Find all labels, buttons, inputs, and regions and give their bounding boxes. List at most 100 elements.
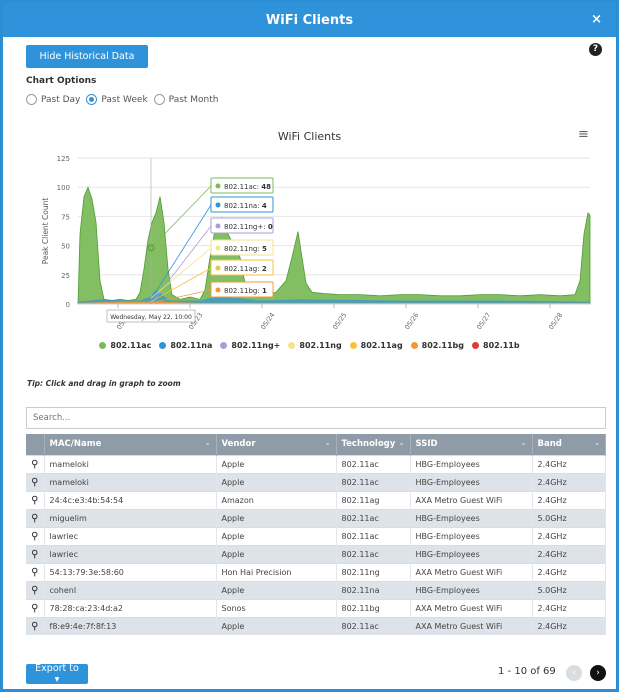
legend-item[interactable]: 802.11ng+ — [220, 341, 280, 350]
cell-technology: 802.11ac — [336, 526, 411, 545]
magnifier-icon[interactable]: ⚲ — [26, 598, 45, 617]
search-input[interactable] — [26, 407, 606, 429]
header-technology[interactable]: Technology ⌄ — [336, 434, 411, 455]
export-button[interactable]: Export to ▾ — [26, 663, 88, 685]
legend-item[interactable]: 802.11b — [472, 341, 520, 350]
magnifier-icon[interactable]: ⚲ — [26, 490, 45, 509]
header-band-label: Band — [537, 439, 562, 450]
cell-technology: 802.11na — [336, 580, 411, 599]
cell-ssid: HBG-Employees — [410, 544, 533, 563]
legend-item[interactable]: 802.11ag — [349, 341, 403, 350]
magnifier-icon[interactable]: ⚲ — [26, 616, 45, 635]
header-mac-name-label: MAC/Name — [49, 439, 102, 450]
legend-label: 802.11b — [483, 341, 520, 350]
cell-ssid: HBG-Employees — [410, 580, 533, 599]
cell-mac-name: lawriec — [44, 526, 217, 545]
table-row[interactable]: ⚲ lawriec Apple 802.11ac HBG-Employees 2.4GHz — [26, 526, 606, 545]
legend-label: 802.11ng — [299, 341, 342, 350]
legend-dot — [220, 342, 228, 349]
legend-item[interactable]: 802.11bg — [410, 341, 464, 350]
tooltip-dot — [215, 223, 221, 229]
sort-icon: ⌄ — [398, 439, 405, 448]
legend-dot — [288, 342, 296, 349]
zoom-tip: Tip: Click and drag in graph to zoom — [27, 379, 181, 388]
clients-table: MAC/Name ⌄ Vendor ⌄ Technology ⌄ SSID ⌄ Band… — [26, 434, 606, 635]
cell-technology: 802.11ac — [336, 544, 411, 563]
magnifier-icon[interactable]: ⚲ — [26, 580, 45, 599]
cell-vendor: Apple — [216, 526, 337, 545]
tooltip-dot — [215, 245, 221, 251]
tooltip-text: 802.11ag: 2 — [224, 265, 267, 273]
chart-legend: 802.11ac 802.11na 802.11ng+ 802.11ng 802.11a… — [0, 341, 619, 350]
table-row[interactable]: ⚲ f8:e9:4e:7f:8f:13 Apple 802.11ac AXA Metro… — [26, 616, 606, 635]
tooltip-text: 802.11ng+: 0 — [224, 223, 273, 231]
legend-item[interactable]: 802.11ng — [288, 341, 342, 350]
cell-mac-name: 78:28:ca:23:4d:a2 — [44, 598, 217, 617]
tooltip-text: 802.11na: 4 — [224, 202, 267, 210]
wifi-clients-chart[interactable]: 0255075100125Peak Client Count05/2205/23… — [0, 0, 619, 340]
table-row[interactable]: ⚲ cohenl Apple 802.11na HBG-Employees 5.0GHz — [26, 580, 606, 599]
x-tick-label: 05/27 — [475, 311, 492, 331]
cell-band: 5.0GHz — [532, 580, 606, 599]
cell-ssid: AXA Metro Guest WiFi — [410, 490, 533, 509]
next-page-icon[interactable]: › — [590, 665, 606, 681]
hover-point — [147, 244, 155, 252]
tooltip-dot — [215, 202, 221, 208]
table-row[interactable]: ⚲ lawriec Apple 802.11ac HBG-Employees 2.4GHz — [26, 544, 606, 563]
legend-dot — [159, 342, 167, 349]
x-tick-label: 05/25 — [331, 311, 348, 331]
table-row[interactable]: ⚲ 24:4c:e3:4b:54:54 Amazon 802.11ag AXA Metr… — [26, 490, 606, 509]
legend-item[interactable]: 802.11ac — [99, 341, 151, 350]
table-row[interactable]: ⚲ mameloki Apple 802.11ac HBG-Employees 2.4GH… — [26, 472, 606, 491]
cell-ssid: AXA Metro Guest WiFi — [410, 562, 533, 581]
cell-mac-name: 54:13:79:3e:58:60 — [44, 562, 217, 581]
cell-band: 2.4GHz — [532, 598, 606, 617]
cell-vendor: Hon Hai Precision — [216, 562, 337, 581]
y-tick-label: 25 — [61, 272, 70, 280]
cell-band: 2.4GHz — [532, 472, 606, 491]
legend-item[interactable]: 802.11na — [159, 341, 212, 350]
cell-technology: 802.11ac — [336, 508, 411, 527]
tooltip-text: 802.11ng: 5 — [224, 245, 267, 253]
y-axis-label: Peak Client Count — [41, 198, 50, 265]
cell-band: 2.4GHz — [532, 544, 606, 563]
cell-mac-name: 24:4c:e3:4b:54:54 — [44, 490, 217, 509]
cell-ssid: HBG-Employees — [410, 454, 533, 473]
cell-vendor: Apple — [216, 580, 337, 599]
y-tick-label: 125 — [57, 155, 70, 163]
magnifier-icon[interactable]: ⚲ — [26, 544, 45, 563]
legend-label: 802.11ag — [360, 341, 403, 350]
magnifier-icon[interactable]: ⚲ — [26, 472, 45, 491]
header-mac-name[interactable]: MAC/Name ⌄ — [44, 434, 217, 455]
table-row[interactable]: ⚲ miguelim Apple 802.11ac HBG-Employees 5.0GH… — [26, 508, 606, 527]
cell-technology: 802.11ac — [336, 616, 411, 635]
cell-vendor: Sonos — [216, 598, 337, 617]
table-row[interactable]: ⚲ 78:28:ca:23:4d:a2 Sonos 802.11bg AXA Metro… — [26, 598, 606, 617]
header-band[interactable]: Band ⌄ — [532, 434, 606, 455]
legend-dot — [472, 342, 479, 349]
legend-label: 802.11ac — [110, 341, 152, 350]
cell-mac-name: f8:e9:4e:7f:8f:13 — [44, 616, 217, 635]
header-ssid[interactable]: SSID ⌄ — [410, 434, 533, 455]
table-row[interactable]: ⚲ mameloki Apple 802.11ac HBG-Employees 2.4GH… — [26, 454, 606, 473]
cell-mac-name: lawriec — [44, 544, 217, 563]
magnifier-icon[interactable]: ⚲ — [26, 508, 45, 527]
cell-ssid: AXA Metro Guest WiFi — [410, 598, 533, 617]
table-row[interactable]: ⚲ 54:13:79:3e:58:60 Hon Hai Precision 802.1… — [26, 562, 606, 581]
header-vendor-label: Vendor — [221, 439, 256, 450]
magnifier-icon[interactable]: ⚲ — [26, 526, 45, 545]
legend-dot — [349, 342, 357, 349]
cell-ssid: HBG-Employees — [410, 508, 533, 527]
magnifier-icon[interactable]: ⚲ — [26, 454, 45, 473]
header-vendor[interactable]: Vendor ⌄ — [216, 434, 337, 455]
tooltip-date: Wednesday, May 22, 10:00 — [110, 314, 192, 321]
cell-vendor: Apple — [216, 454, 337, 473]
tooltip-text: 802.11bg: 1 — [224, 287, 267, 295]
magnifier-icon[interactable]: ⚲ — [26, 562, 45, 581]
prev-page-icon[interactable]: ‹ — [566, 665, 582, 681]
cell-vendor: Amazon — [216, 490, 337, 509]
cell-mac-name: miguelim — [44, 508, 217, 527]
sort-icon: ⌄ — [324, 439, 331, 448]
sort-icon: ⌄ — [594, 439, 600, 448]
cell-ssid: AXA Metro Guest WiFi — [410, 616, 533, 635]
